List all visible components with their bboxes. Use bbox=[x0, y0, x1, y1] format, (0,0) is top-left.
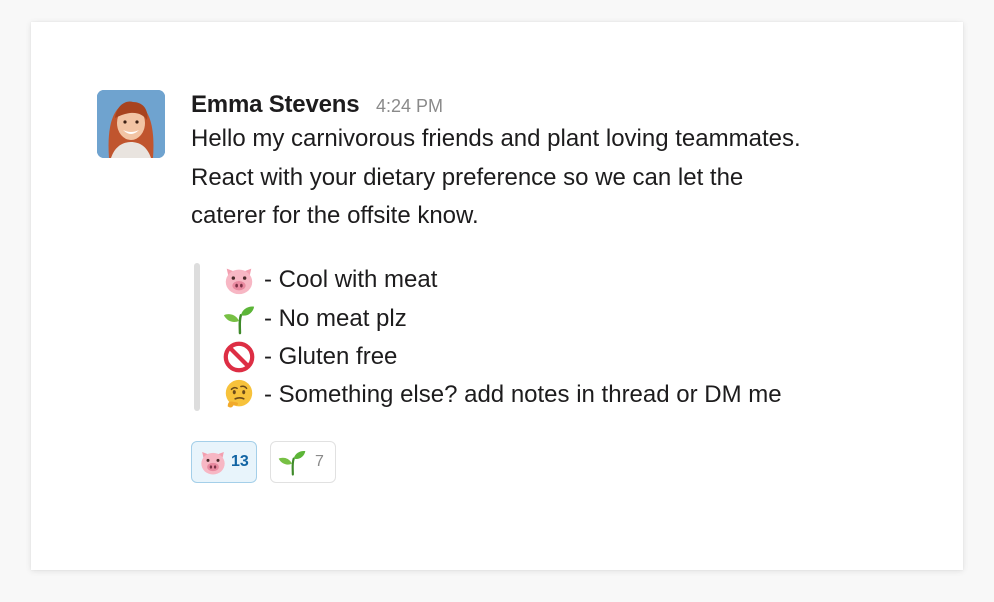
reaction-count: 7 bbox=[315, 453, 324, 470]
message-line: Hello my carnivorous friends and plant l… bbox=[191, 125, 801, 152]
message-line: caterer for the offsite know. bbox=[191, 202, 479, 229]
seedling-icon bbox=[222, 302, 256, 336]
message-line: React with your dietary preference so we… bbox=[191, 164, 744, 191]
message-card bbox=[31, 22, 963, 570]
reaction-count: 13 bbox=[231, 453, 249, 470]
author-name[interactable]: Emma Stevens bbox=[191, 90, 360, 120]
pig-face-icon bbox=[198, 447, 228, 477]
option-line-gluten-free: - Gluten free bbox=[222, 340, 397, 374]
option-line-no-meat: - No meat plz bbox=[222, 302, 407, 336]
thinking-face-icon bbox=[222, 378, 256, 412]
option-line-other: - Something else? add notes in thread or… bbox=[222, 378, 782, 412]
message-timestamp[interactable]: 4:24 PM bbox=[376, 94, 443, 118]
seedling-icon bbox=[277, 447, 307, 477]
avatar-photo bbox=[97, 90, 165, 158]
option-line-meat: - Cool with meat bbox=[222, 263, 437, 297]
avatar[interactable] bbox=[97, 90, 165, 158]
option-text: - Cool with meat bbox=[264, 266, 438, 293]
prohibited-icon bbox=[222, 340, 256, 374]
reaction-pig-button[interactable]: 13 bbox=[191, 441, 257, 483]
reaction-seedling-button[interactable]: 7 bbox=[270, 441, 336, 483]
blockquote-bar bbox=[194, 263, 200, 411]
pig-face-icon bbox=[222, 263, 256, 297]
option-text: - No meat plz bbox=[264, 305, 407, 332]
option-text: - Something else? add notes in thread or… bbox=[264, 381, 782, 408]
option-text: - Gluten free bbox=[264, 343, 398, 370]
